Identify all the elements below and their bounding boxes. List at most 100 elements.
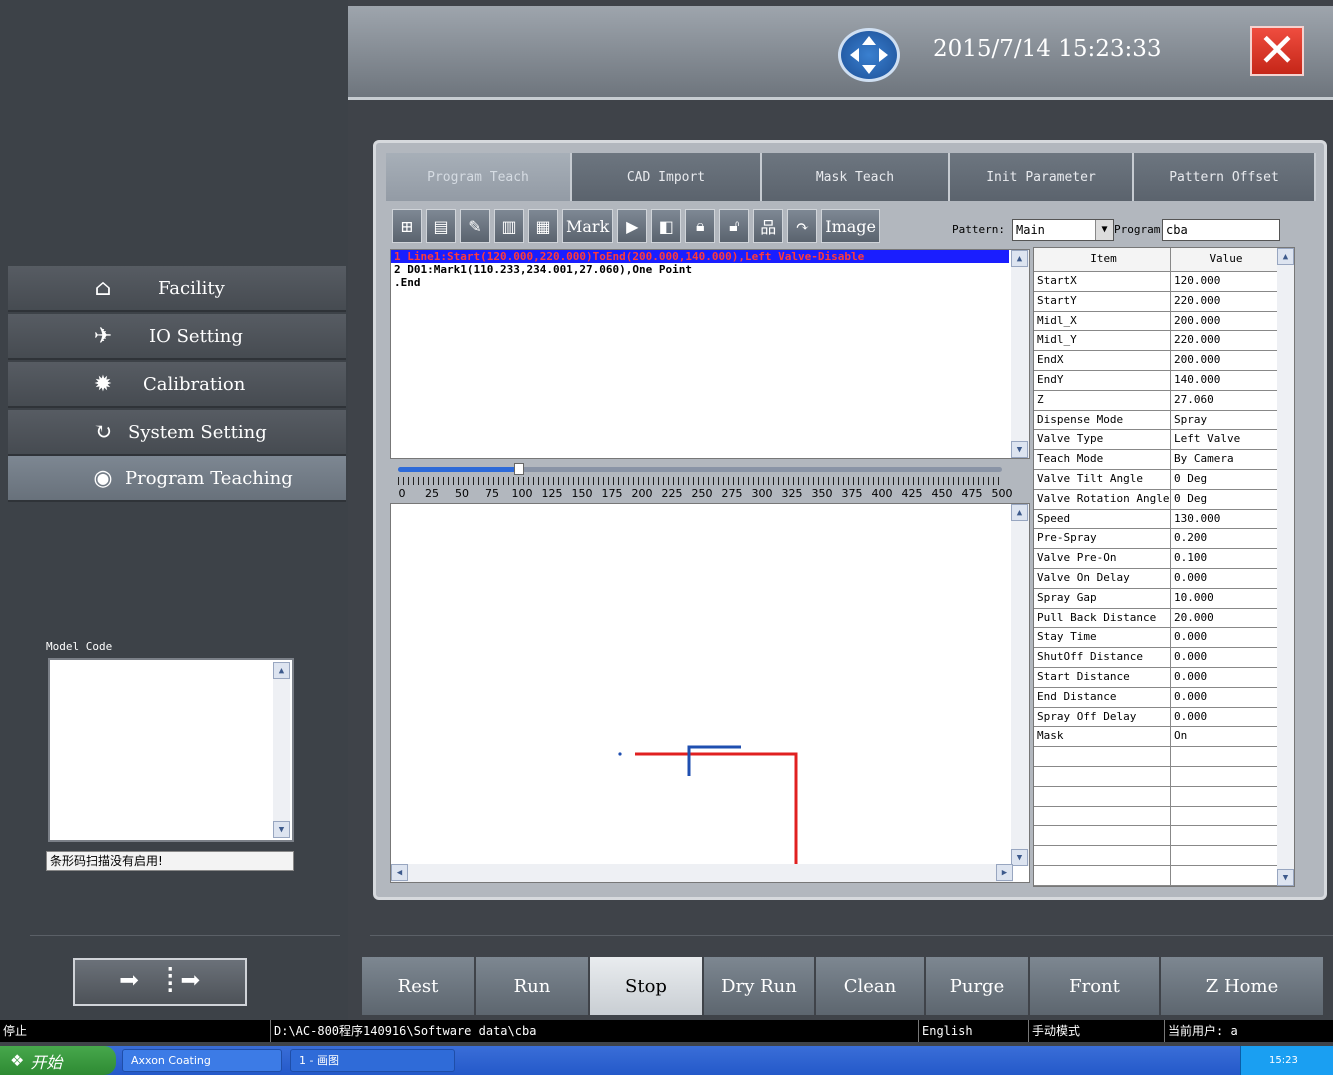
run-button[interactable]: Run: [476, 957, 590, 1015]
table-row[interactable]: [1034, 766, 1294, 787]
program-code-list[interactable]: 1 Line1:Start(120.000,220.000)ToEnd(200.…: [390, 249, 1030, 459]
table-row[interactable]: Stay Time 0.000: [1034, 628, 1294, 649]
new-file-icon[interactable]: ⊞: [392, 209, 422, 243]
stop-button[interactable]: Stop: [590, 957, 704, 1015]
param-value[interactable]: [1171, 846, 1279, 865]
param-value[interactable]: Left Valve: [1171, 430, 1279, 450]
table-row[interactable]: [1034, 806, 1294, 827]
param-value[interactable]: [1171, 786, 1279, 806]
scroll-left-icon[interactable]: ◀: [391, 864, 408, 881]
scroll-right-icon[interactable]: ▶: [996, 864, 1013, 881]
param-value[interactable]: By Camera: [1171, 450, 1279, 469]
remove-folder-icon[interactable]: ◧: [651, 209, 682, 243]
model-code-textarea[interactable]: ▲ ▼: [48, 658, 294, 842]
navigation-arrows-icon[interactable]: [838, 28, 900, 82]
table-row[interactable]: Valve Pre-On 0.100: [1034, 549, 1294, 569]
param-value[interactable]: 0.000: [1171, 568, 1279, 588]
param-value[interactable]: On: [1171, 727, 1279, 747]
table-row[interactable]: Start Distance 0.000: [1034, 667, 1294, 688]
param-value[interactable]: 0 Deg: [1171, 489, 1279, 509]
sidebar-item-facility[interactable]: ⌂ Facility: [8, 266, 346, 312]
scroll-up-icon[interactable]: ▲: [1011, 250, 1028, 267]
param-value[interactable]: 0.000: [1171, 707, 1279, 727]
param-value[interactable]: 0.200: [1171, 529, 1279, 549]
next-step-button[interactable]: ➡ ⁞➡: [73, 958, 247, 1006]
scroll-down-icon[interactable]: ▼: [1277, 869, 1294, 886]
code-line-selected[interactable]: 1 Line1:Start(120.000,220.000)ToEnd(200.…: [391, 250, 1009, 263]
tab-init-parameter[interactable]: Init Parameter: [950, 153, 1134, 201]
table-row[interactable]: [1034, 826, 1294, 847]
tab-mask-teach[interactable]: Mask Teach: [762, 153, 950, 201]
code-scrollbar[interactable]: ▲ ▼: [1011, 250, 1029, 458]
network-icon[interactable]: 品: [753, 209, 784, 243]
param-value[interactable]: 200.000: [1171, 311, 1279, 331]
chevron-down-icon[interactable]: ▼: [1095, 220, 1113, 240]
param-value[interactable]: 0.000: [1171, 648, 1279, 667]
redo-icon[interactable]: ↷: [787, 209, 818, 243]
table-row[interactable]: Pre-Spray 0.200: [1034, 529, 1294, 550]
sidebar-item-program-teaching[interactable]: ◉ Program Teaching: [8, 456, 346, 502]
param-value[interactable]: [1171, 806, 1279, 826]
model-code-scrollbar[interactable]: ▲ ▼: [273, 662, 290, 838]
table-row[interactable]: Teach Mode By Camera: [1034, 450, 1294, 470]
grid-icon[interactable]: ▦: [528, 209, 558, 243]
param-value[interactable]: [1171, 747, 1279, 766]
sidebar-item-io-setting[interactable]: ✈ IO Setting: [8, 314, 346, 360]
table-row[interactable]: EndY 140.000: [1034, 370, 1294, 391]
table-row[interactable]: [1034, 846, 1294, 866]
table-row[interactable]: Spray Off Delay 0.000: [1034, 707, 1294, 728]
clean-button[interactable]: Clean: [816, 957, 926, 1015]
param-value[interactable]: 10.000: [1171, 588, 1279, 608]
scroll-up-icon[interactable]: ▲: [1277, 248, 1294, 265]
unlock-icon[interactable]: 🔓︎: [719, 209, 750, 243]
code-line[interactable]: 2 D01:Mark1(110.233,234.001,27.060),One …: [391, 263, 1029, 276]
lock-icon[interactable]: 🔒︎: [685, 209, 716, 243]
table-row[interactable]: Mask On: [1034, 727, 1294, 748]
save-icon[interactable]: ▤: [426, 209, 456, 243]
table-row[interactable]: Valve Type Left Valve: [1034, 430, 1294, 451]
pattern-select[interactable]: Main ▼: [1012, 219, 1114, 241]
table-row[interactable]: StartY 220.000: [1034, 291, 1294, 312]
table-row[interactable]: [1034, 865, 1294, 886]
scroll-up-icon[interactable]: ▲: [1011, 504, 1028, 521]
taskbar-item-paint[interactable]: 1 - 画图: [290, 1049, 455, 1072]
slider-thumb[interactable]: [513, 463, 524, 475]
dry-run-button[interactable]: Dry Run: [704, 957, 816, 1015]
param-value[interactable]: Spray: [1171, 410, 1279, 430]
param-value[interactable]: 27.060: [1171, 390, 1279, 410]
tab-pattern-offset[interactable]: Pattern Offset: [1134, 153, 1316, 201]
param-value[interactable]: [1171, 865, 1279, 885]
param-value[interactable]: 0.100: [1171, 549, 1279, 568]
taskbar-item-axxon-coating[interactable]: Axxon Coating: [122, 1049, 282, 1072]
table-row[interactable]: EndX 200.000: [1034, 351, 1294, 371]
table-row[interactable]: StartX 120.000: [1034, 272, 1294, 292]
table-row[interactable]: Speed 130.000: [1034, 509, 1294, 530]
param-value[interactable]: [1171, 826, 1279, 846]
table-row[interactable]: ShutOff Distance 0.000: [1034, 648, 1294, 668]
table-row[interactable]: Spray Gap 10.000: [1034, 588, 1294, 609]
param-value[interactable]: 0.000: [1171, 667, 1279, 687]
mark-button[interactable]: Mark: [562, 209, 614, 243]
param-value[interactable]: 0.000: [1171, 687, 1279, 707]
edit-icon[interactable]: ✎: [460, 209, 490, 243]
sidebar-item-calibration[interactable]: ✹ Calibration: [8, 362, 346, 408]
param-value[interactable]: 200.000: [1171, 351, 1279, 370]
table-row[interactable]: Dispense Mode Spray: [1034, 410, 1294, 431]
table-row[interactable]: Valve Tilt Angle 0 Deg: [1034, 469, 1294, 490]
param-value[interactable]: [1171, 766, 1279, 786]
table-row[interactable]: [1034, 747, 1294, 767]
table-row[interactable]: Midl_X 200.000: [1034, 311, 1294, 332]
rest-button[interactable]: Rest: [362, 957, 476, 1015]
param-value[interactable]: 120.000: [1171, 272, 1279, 291]
tab-cad-import[interactable]: CAD Import: [572, 153, 762, 201]
program-input[interactable]: cba: [1162, 219, 1280, 241]
param-value[interactable]: 220.000: [1171, 291, 1279, 311]
zoom-slider[interactable]: 0 25 50 75 100 125 150 175 200 225 250 275 300 325 350…: [390, 463, 1013, 503]
param-value[interactable]: 0 Deg: [1171, 469, 1279, 489]
front-button[interactable]: Front: [1030, 957, 1161, 1015]
param-value[interactable]: 0.000: [1171, 628, 1279, 648]
param-value[interactable]: 140.000: [1171, 370, 1279, 390]
canvas-vertical-scrollbar[interactable]: ▲ ▼: [1011, 504, 1029, 866]
canvas-horizontal-scrollbar[interactable]: ◀ ▶: [391, 864, 1013, 882]
sidebar-item-system-setting[interactable]: ↻ System Setting: [8, 410, 346, 456]
